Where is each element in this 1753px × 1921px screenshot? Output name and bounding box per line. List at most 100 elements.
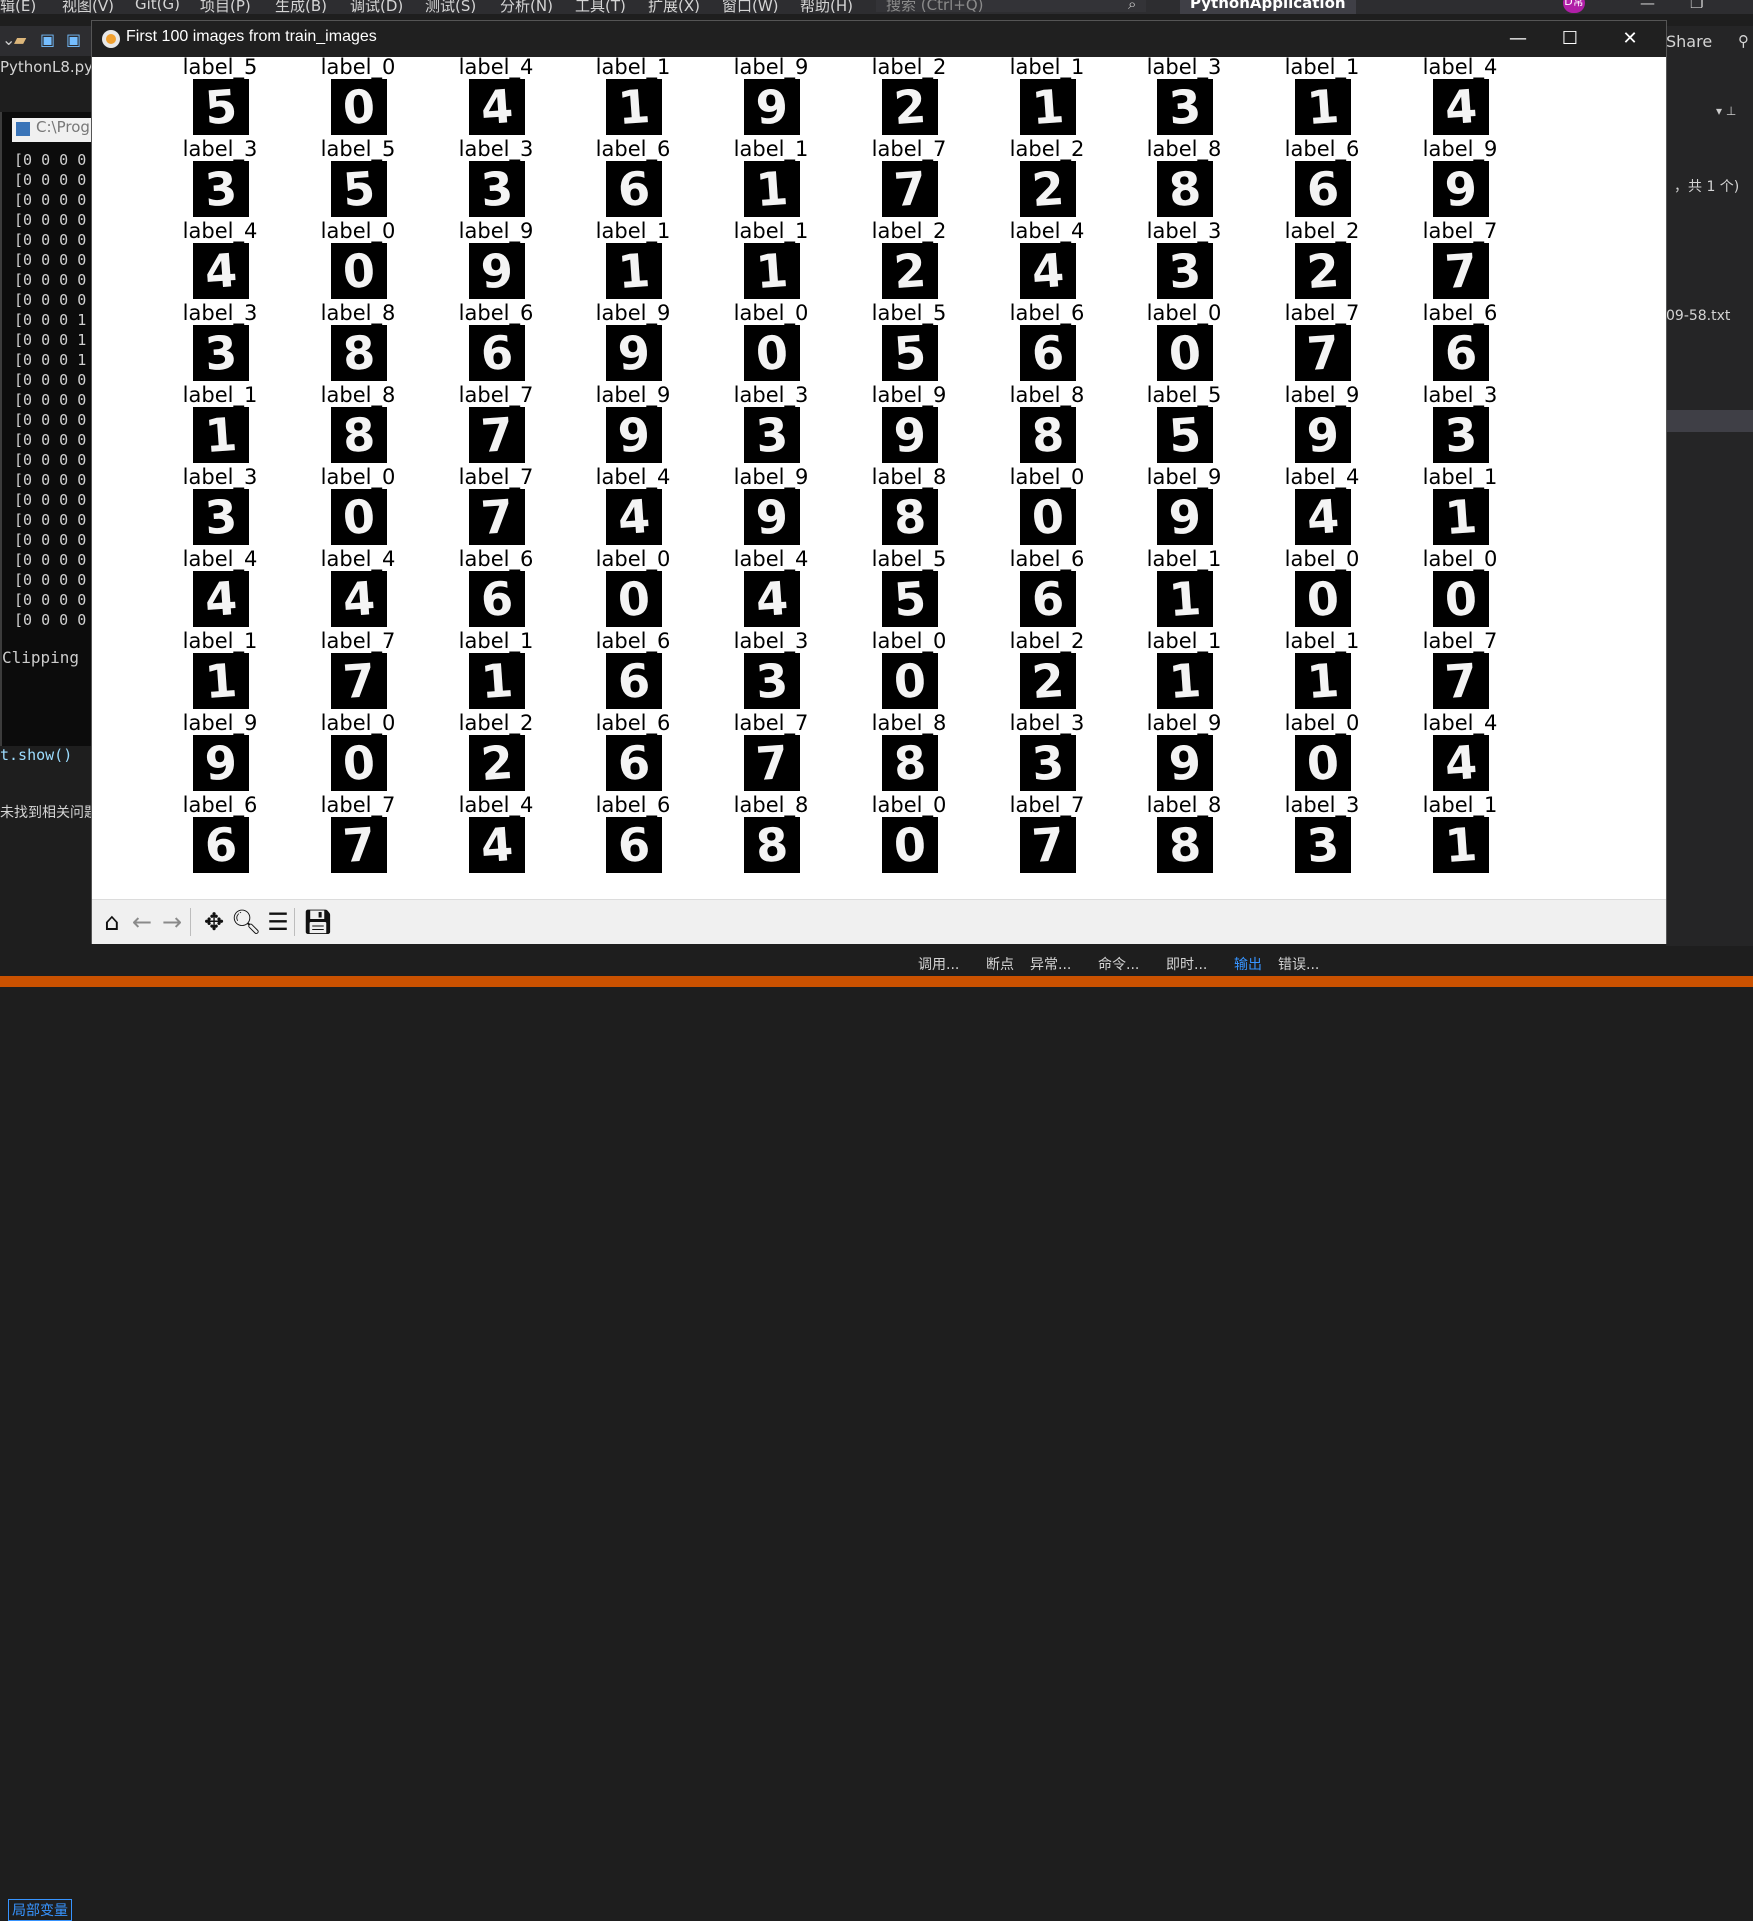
handwritten-digit: 0 [616, 571, 652, 627]
handwritten-digit: 6 [616, 161, 652, 217]
menu-item[interactable]: 测试(S) [425, 0, 476, 16]
bottom-tab[interactable]: 断点 [986, 954, 1014, 974]
back-arrow-icon[interactable]: ← [126, 906, 158, 938]
handwritten-digit: 4 [1305, 489, 1341, 545]
handwritten-digit: 0 [892, 653, 928, 709]
bottom-tab[interactable]: 异常... [1030, 954, 1071, 974]
digit-image: 8 [1157, 817, 1213, 873]
menu-item[interactable]: 帮助(H) [800, 0, 853, 16]
digit-image: 8 [882, 735, 938, 791]
digit-image: 7 [331, 653, 387, 709]
image-subplot: label_1 1 [436, 631, 556, 713]
maximize-button[interactable]: ☐ [1550, 25, 1590, 53]
person-icon[interactable]: ⚲ [1738, 32, 1749, 50]
share-button[interactable]: Share [1666, 32, 1712, 51]
handwritten-digit: 3 [1305, 817, 1341, 873]
subplot-label: label_8 [871, 465, 947, 489]
handwritten-digit: 9 [1443, 161, 1479, 217]
handwritten-digit: 0 [1167, 325, 1203, 381]
image-subplot: label_6 6 [436, 303, 556, 385]
image-subplot: label_0 0 [298, 467, 418, 549]
digit-image: 8 [331, 407, 387, 463]
tab-locals[interactable]: 局部变量 [8, 1899, 72, 1921]
menu-item[interactable]: 辑(E) [0, 0, 36, 16]
zoom-magnifier-icon[interactable]: 🔍︎ [230, 906, 262, 938]
ide-minimize-icon[interactable]: — [1640, 0, 1655, 12]
handwritten-digit: 6 [1305, 161, 1341, 217]
editor-file-tab[interactable]: PythonL8.py [0, 58, 93, 82]
image-subplot: label_9 9 [573, 303, 693, 385]
digit-image: 4 [1433, 79, 1489, 135]
handwritten-digit: 2 [1030, 653, 1066, 709]
digit-image: 1 [469, 653, 525, 709]
bottom-tab[interactable]: 错误... [1278, 954, 1319, 974]
pin-icon[interactable]: ▾ ⊥ [1716, 104, 1736, 118]
save-icon[interactable]: ▣ [40, 30, 55, 49]
handwritten-digit: 3 [754, 407, 790, 463]
menu-item[interactable]: 分析(N) [500, 0, 553, 16]
search-icon[interactable]: ⌕ [1128, 0, 1136, 13]
pan-move-icon[interactable]: ✥ [198, 906, 230, 938]
digit-image: 9 [1295, 407, 1351, 463]
forward-arrow-icon[interactable]: → [156, 906, 188, 938]
digit-image: 0 [606, 571, 662, 627]
save-all-icon[interactable]: ▣ [66, 30, 81, 49]
code-line[interactable]: t.show() [0, 746, 92, 766]
bottom-tab[interactable]: 命令... [1098, 954, 1139, 974]
menu-item[interactable]: 视图(V) [62, 0, 114, 16]
subplot-label: label_9 [733, 465, 809, 489]
menu-item[interactable]: 生成(B) [275, 0, 327, 16]
handwritten-digit: 2 [479, 735, 515, 791]
save-figure-icon[interactable]: 💾︎ [302, 906, 334, 938]
handwritten-digit: 1 [1443, 489, 1479, 545]
digit-image: 4 [1020, 243, 1076, 299]
home-icon[interactable]: ⌂ [96, 906, 128, 938]
digit-image: 0 [331, 79, 387, 135]
digit-image: 3 [1157, 243, 1213, 299]
open-folder-icon[interactable]: ▰ [14, 30, 26, 49]
menu-item[interactable]: 项目(P) [200, 0, 251, 16]
console-line: [0 0 0 0 [14, 411, 87, 429]
subplot-label: label_3 [1422, 383, 1498, 407]
image-subplot: label_0 0 [298, 57, 418, 139]
bottom-tab[interactable]: 即时... [1166, 954, 1207, 974]
menu-item[interactable]: 工具(T) [575, 0, 626, 16]
image-subplot: label_3 3 [1124, 57, 1244, 139]
handwritten-digit: 7 [754, 735, 790, 791]
handwritten-digit: 4 [203, 571, 239, 627]
subplot-label: label_6 [182, 793, 258, 817]
figure-canvas[interactable]: label_5 5 label_0 0 label_4 4 label_1 1 label_9 9… [92, 57, 1666, 899]
menu-item[interactable]: 窗口(W) [722, 0, 779, 16]
minimize-button[interactable]: — [1498, 25, 1538, 53]
subplot-label: label_3 [182, 137, 258, 161]
close-button[interactable]: ✕ [1610, 25, 1650, 53]
image-subplot: label_7 7 [1400, 221, 1520, 303]
bottom-tab[interactable]: 输出 [1234, 954, 1262, 974]
handwritten-digit: 6 [616, 735, 652, 791]
ide-restore-icon[interactable]: ❐ [1690, 0, 1703, 12]
menu-item[interactable]: Git(G) [135, 0, 180, 13]
image-subplot: label_4 4 [160, 221, 280, 303]
image-subplot: label_1 1 [1124, 549, 1244, 631]
subplot-label: label_6 [458, 301, 534, 325]
image-subplot: label_4 4 [1262, 467, 1382, 549]
subplot-label: label_0 [1284, 711, 1360, 735]
subplot-label: label_4 [458, 57, 534, 79]
subplot-label: label_4 [1284, 465, 1360, 489]
digit-image: 7 [1020, 817, 1076, 873]
subplot-label: label_1 [1422, 465, 1498, 489]
digit-image: 2 [882, 243, 938, 299]
handwritten-digit: 8 [892, 735, 928, 791]
handwritten-digit: 4 [341, 571, 377, 627]
handwritten-digit: 7 [1443, 243, 1479, 299]
digit-image: 7 [331, 817, 387, 873]
ide-search-box[interactable]: 搜索 (Ctrl+Q) [876, 0, 1146, 14]
window-title-bar[interactable]: First 100 images from train_images — ☐ ✕ [92, 21, 1666, 57]
menu-item[interactable]: 调试(D) [350, 0, 403, 16]
handwritten-digit: 6 [1030, 325, 1066, 381]
digit-image: 7 [1433, 243, 1489, 299]
menu-item[interactable]: 扩展(X) [648, 0, 700, 16]
user-avatar[interactable]: D常 [1563, 0, 1585, 13]
configure-subplots-icon[interactable]: ☰ [262, 906, 294, 938]
bottom-tab[interactable]: 调用... [918, 954, 959, 974]
